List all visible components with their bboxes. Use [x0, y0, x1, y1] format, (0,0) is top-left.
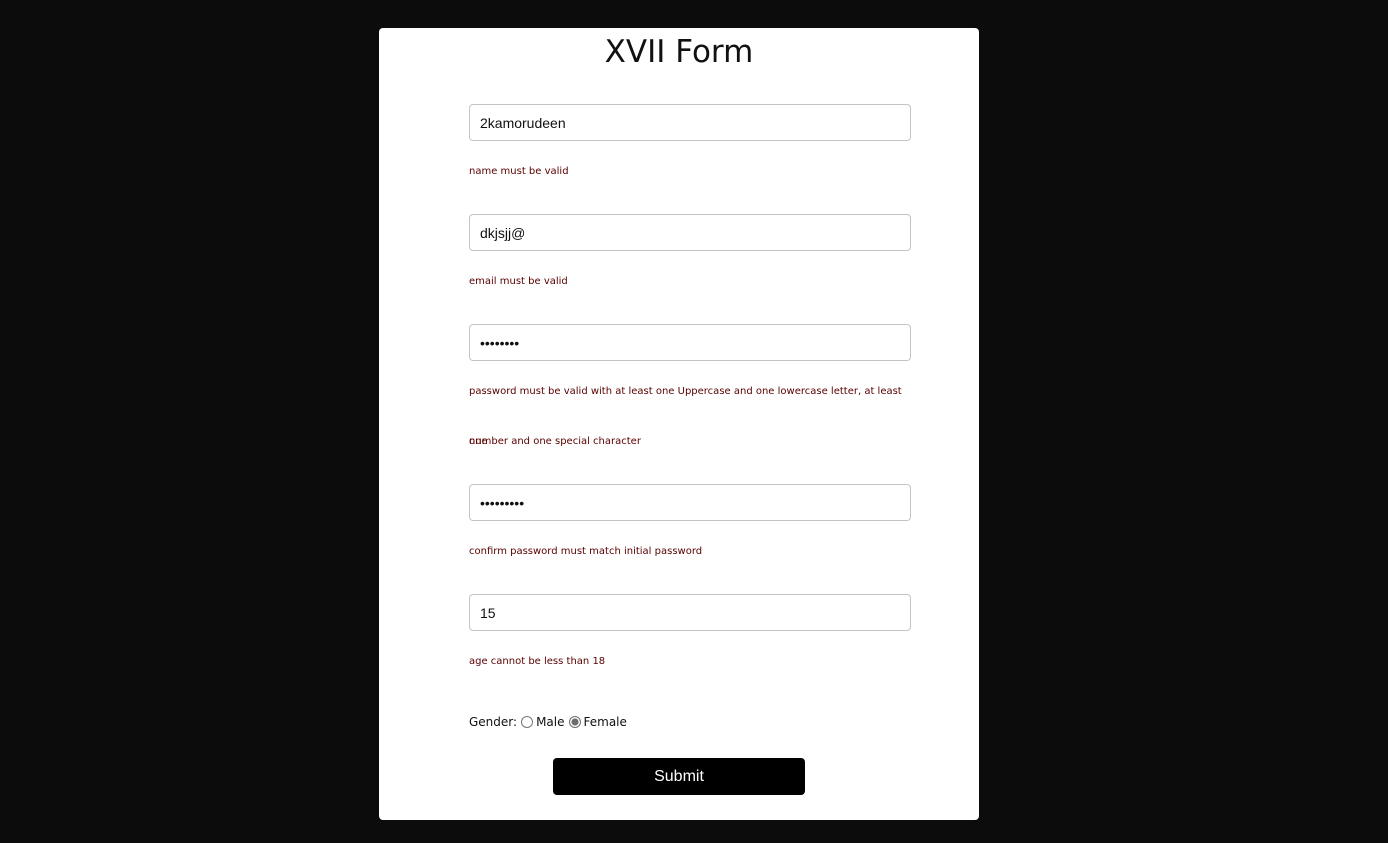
password-error-line-2: number and one special character — [469, 436, 641, 447]
name-input[interactable] — [469, 104, 911, 141]
email-input[interactable] — [469, 214, 911, 251]
age-input[interactable] — [469, 594, 911, 631]
gender-male-label[interactable]: Male — [536, 715, 564, 729]
gender-female-label[interactable]: Female — [584, 715, 627, 729]
confirm-password-input[interactable] — [469, 484, 911, 521]
age-error: age cannot be less than 18 — [469, 656, 606, 667]
form-card: XVII Form name must be valid email must … — [379, 28, 979, 820]
gender-male-radio[interactable] — [521, 716, 534, 728]
gender-label: Gender: — [469, 715, 518, 729]
name-error: name must be valid — [469, 166, 569, 177]
submit-button[interactable]: Submit — [553, 758, 805, 795]
gender-group: Gender: Male Female — [469, 712, 627, 732]
form-title: XVII Form — [604, 34, 754, 70]
email-error: email must be valid — [469, 276, 568, 287]
password-input[interactable] — [469, 324, 911, 361]
gender-female-radio[interactable] — [568, 716, 581, 728]
confirm-password-error: confirm password must match initial pass… — [469, 546, 703, 557]
